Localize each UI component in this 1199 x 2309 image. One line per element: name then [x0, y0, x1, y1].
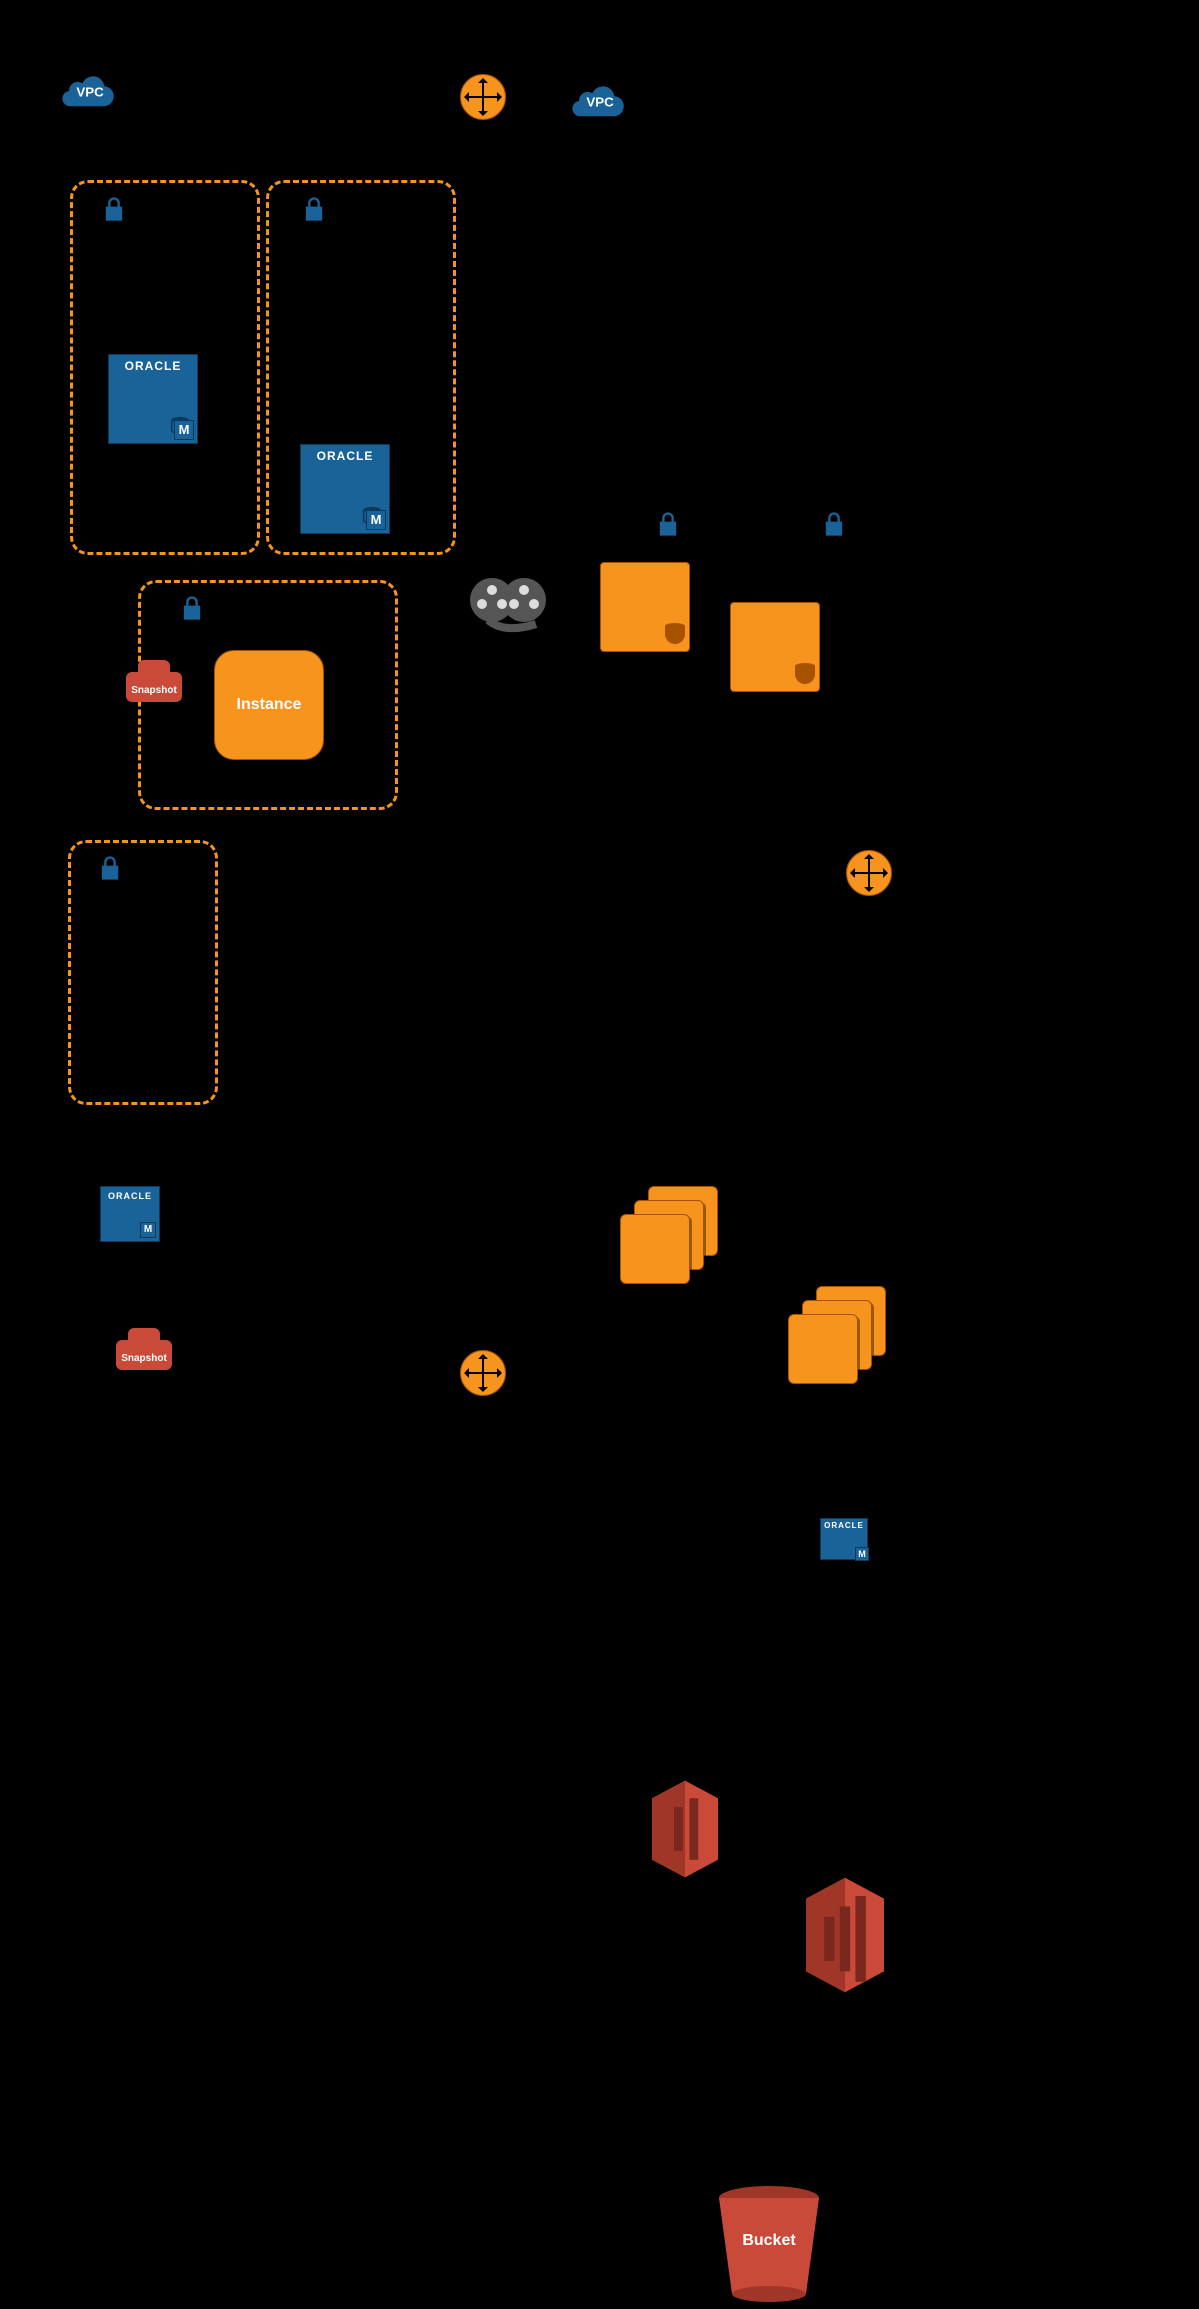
elb-icon-top	[460, 74, 506, 120]
film-reel-icon	[464, 576, 564, 636]
ec2-stack-icon	[788, 1286, 888, 1386]
redshift-icon	[790, 1870, 900, 2000]
oracle-db-icon: ORACLE M	[108, 354, 198, 444]
snapshot-label: Snapshot	[126, 685, 182, 696]
ec2-stack-icon	[620, 1186, 720, 1286]
rds-instance-icon	[730, 602, 820, 692]
lock-icon	[96, 854, 124, 882]
snapshot-icon: Snapshot	[116, 1326, 172, 1370]
lock-icon	[654, 510, 682, 538]
vpc-cloud-right-label: VPC	[586, 95, 614, 110]
oracle-label: ORACLE	[301, 445, 389, 463]
rds-instance-icon	[600, 562, 690, 652]
s3-bucket-icon: Bucket	[714, 2184, 824, 2304]
oracle-db-icon-small: ORACLE M	[100, 1186, 160, 1242]
oracle-db-icon: ORACLE M	[300, 444, 390, 534]
vpc-cloud-left-label: VPC	[76, 85, 104, 100]
instance-label: Instance	[237, 696, 302, 714]
snapshot-label: Snapshot	[116, 1353, 172, 1364]
oracle-m-badge: M	[366, 510, 386, 530]
oracle-label: ORACLE	[821, 1519, 867, 1530]
bucket-label: Bucket	[714, 2232, 824, 2250]
oracle-m-badge: M	[140, 1222, 156, 1238]
lock-icon	[300, 195, 328, 223]
vpc-cloud-left: VPC	[60, 72, 120, 110]
private-subnet-box-4	[68, 840, 218, 1105]
oracle-m-badge: M	[174, 420, 194, 440]
elb-icon-mid	[460, 1350, 506, 1396]
elb-icon-right	[846, 850, 892, 896]
ec2-instance-icon: Instance	[214, 650, 324, 760]
oracle-label: ORACLE	[101, 1187, 159, 1201]
lock-icon	[178, 594, 206, 622]
oracle-db-icon-tiny: ORACLE M	[820, 1518, 868, 1560]
oracle-label: ORACLE	[109, 355, 197, 373]
snapshot-icon: Snapshot	[126, 658, 182, 702]
redshift-icon	[640, 1774, 730, 1884]
oracle-m-badge: M	[855, 1547, 869, 1561]
lock-icon	[100, 195, 128, 223]
lock-icon	[820, 510, 848, 538]
vpc-cloud-right: VPC	[570, 82, 630, 120]
